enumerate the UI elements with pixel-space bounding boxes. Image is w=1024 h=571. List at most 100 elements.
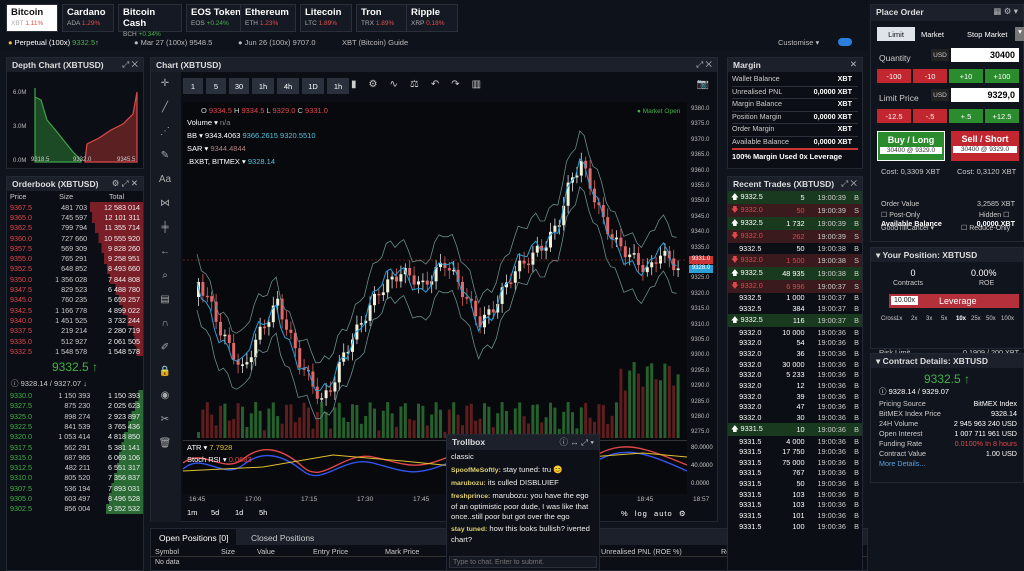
orderbook-row[interactable]: 9320.0 1 053 414 4 818 850 — [7, 431, 143, 442]
settings-icon[interactable]: ⚙ ⤢ ✕ — [112, 178, 138, 189]
ticker-ethereum[interactable]: Ethereum ETH 1.23% — [240, 4, 296, 32]
indicator-icon[interactable]: ∿ — [389, 79, 409, 90]
positions-col-header[interactable]: Value — [257, 547, 275, 556]
settings-icon[interactable]: ⚙ — [679, 509, 687, 518]
expand-icon[interactable]: ⤢ ✕ — [841, 178, 857, 189]
leverage-slider[interactable]: 10.00x Leverage — [889, 294, 1019, 308]
positions-col-header[interactable]: Entry Price — [313, 547, 348, 556]
chat-input[interactable] — [449, 556, 597, 568]
crosshair-icon[interactable]: ✛ — [155, 78, 175, 94]
guide-link[interactable]: XBT (Bitcoin) Guide — [342, 38, 408, 47]
leverage-tick[interactable]: 3x — [926, 316, 932, 322]
expand-icon[interactable]: ⤢ ✕ — [122, 59, 138, 70]
fib-icon[interactable]: ⋰ — [155, 126, 175, 142]
ticker-tron[interactable]: Tron TRX 1.89% — [356, 4, 408, 32]
orderbook-row[interactable]: 9360.0 727 660 10 555 920 — [7, 232, 143, 244]
trash-icon[interactable]: 🗑 — [155, 438, 175, 454]
more-order-types[interactable]: ▾ — [1015, 27, 1024, 41]
orderbook-row[interactable]: 9335.0 512 927 2 061 505 — [7, 335, 143, 347]
contract-mar27[interactable]: ● Mar 27 (100x) 9548.5 — [134, 38, 212, 47]
adjust--.5[interactable]: -.5 — [913, 109, 947, 123]
interval-1h[interactable]: 1h — [252, 78, 274, 94]
adjust--100[interactable]: -100 — [877, 69, 911, 83]
close-icon[interactable]: ✕ — [850, 59, 857, 70]
tab-limit[interactable]: Limit — [877, 27, 915, 41]
tab-market[interactable]: Market — [921, 30, 944, 39]
undo-icon[interactable]: ↶ — [431, 79, 451, 90]
leverage-tick[interactable]: 1x — [896, 316, 902, 322]
positions-col-header[interactable]: Symbol — [155, 547, 179, 556]
ticker-ripple[interactable]: Ripple XRP 0.18% — [406, 4, 458, 32]
camera-icon[interactable]: 📷 — [697, 79, 709, 90]
more-details-link[interactable]: More Details... — [871, 459, 1023, 468]
orderbook-row[interactable]: 9362.5 799 794 11 355 714 — [7, 222, 143, 233]
contract-perpetual[interactable]: ● Perpetual (100x) 9332.5↑ — [8, 38, 99, 47]
ticker-eos-token[interactable]: EOS Token EOS +0.24% — [186, 4, 246, 32]
magnet-icon[interactable]: ∩ — [155, 318, 175, 334]
ticker-bitcoin[interactable]: Bitcoin XBT 1.11% — [6, 4, 58, 32]
leverage-tick[interactable]: 2x — [911, 316, 917, 322]
compare-icon[interactable]: ⚖ — [410, 79, 431, 90]
range-5d[interactable]: 5d — [211, 508, 219, 517]
settings-icon[interactable]: ⚙ — [369, 79, 390, 90]
trendline-icon[interactable]: ╱ — [155, 102, 175, 118]
trollbox-controls[interactable]: ⓘ ↔ ⤢ ▾ — [560, 436, 594, 448]
orderbook-row[interactable]: 9307.5 536 194 7 893 031 — [7, 483, 143, 494]
tab-stop-market[interactable]: Stop Market — [967, 30, 1007, 39]
hidden-checkbox[interactable]: Hidden ☐ — [979, 211, 1009, 219]
quantity-input[interactable] — [951, 48, 1019, 62]
interval-30[interactable]: 30 — [229, 78, 249, 94]
orderbook-row[interactable]: 9355.0 765 291 9 258 951 — [7, 253, 143, 264]
range-5h[interactable]: 5h — [259, 508, 267, 517]
interval-5[interactable]: 5 — [206, 78, 226, 94]
interval-4h[interactable]: 4h — [277, 78, 299, 94]
eye-icon[interactable]: ◉ — [155, 390, 175, 406]
ticker-litecoin[interactable]: Litecoin LTC 1.89% — [300, 4, 352, 32]
adjust-+.5[interactable]: +.5 — [949, 109, 983, 123]
leverage-tick[interactable]: 5x — [941, 316, 947, 322]
time-in-force-select[interactable]: GoodTillCancel ▾ — [881, 224, 934, 232]
fork-icon[interactable]: ╪ — [155, 222, 175, 238]
log-toggle[interactable]: log — [635, 509, 648, 518]
lock-icon[interactable]: 🔒 — [155, 366, 175, 382]
tab-closed-positions[interactable]: Closed Positions — [251, 533, 314, 543]
pattern-icon[interactable]: ⋈ — [155, 198, 175, 214]
orderbook-row[interactable]: 9332.5 1 548 578 1 548 578 — [7, 346, 143, 357]
contract-jun26[interactable]: ● Jun 26 (100x) 9707.0 — [238, 38, 316, 47]
adjust-+10[interactable]: +10 — [949, 69, 983, 83]
brush-icon[interactable]: ✎ — [155, 150, 175, 166]
leverage-tick[interactable]: 100x — [1001, 316, 1014, 322]
interval-1[interactable]: 1 — [183, 78, 203, 94]
pencil-lock-icon[interactable]: ✐ — [155, 342, 175, 358]
interval-1D[interactable]: 1D — [302, 78, 324, 94]
candle-type-icon[interactable]: ▮ — [351, 79, 369, 90]
orderbook-row[interactable]: 9315.0 687 965 6 069 106 — [7, 452, 143, 463]
orderbook-row[interactable]: 9317.5 562 291 5 381 141 — [7, 441, 143, 453]
orderbook-row[interactable]: 9342.5 1 166 778 4 899 022 — [7, 304, 143, 316]
orderbook-row[interactable]: 9305.0 603 497 8 496 528 — [7, 493, 143, 504]
adjust--10[interactable]: -10 — [913, 69, 947, 83]
theme-toggle[interactable] — [838, 38, 852, 46]
calculator-icon[interactable]: ▦ ⚙ ▾ — [993, 6, 1018, 17]
limit-price-input[interactable] — [951, 88, 1019, 102]
bars-icon[interactable]: ▥ — [472, 79, 493, 90]
orderbook-row[interactable]: 9325.0 898 274 2 923 897 — [7, 411, 143, 422]
orderbook-row[interactable]: 9367.5 481 703 12 583 014 — [7, 202, 143, 213]
leverage-tick[interactable]: 50x — [986, 316, 996, 322]
adjust--12.5[interactable]: -12.5 — [877, 109, 911, 123]
adjust-+100[interactable]: +100 — [985, 69, 1019, 83]
range-1d[interactable]: 1d — [235, 508, 243, 517]
orderbook-row[interactable]: 9365.0 745 597 12 101 311 — [7, 212, 143, 223]
orderbook-row[interactable]: 9347.5 829 523 6 488 780 — [7, 284, 143, 295]
arrow-left-icon[interactable]: ← — [155, 246, 175, 262]
buy-long-button[interactable]: Buy / Long 30400 @ 9329.0 — [877, 131, 945, 161]
expand-icon[interactable]: ⤢ ✕ — [696, 59, 712, 70]
interval-1h[interactable]: 1h — [327, 78, 349, 94]
positions-col-header[interactable]: Mark Price — [385, 547, 419, 556]
range-1m[interactable]: 1m — [187, 508, 197, 517]
orderbook-row[interactable]: 9357.5 569 309 9 828 260 — [7, 243, 143, 254]
orderbook-row[interactable]: 9327.5 875 230 2 025 623 — [7, 400, 143, 412]
orderbook-row[interactable]: 9352.5 648 852 8 493 660 — [7, 263, 143, 275]
customise-button[interactable]: Customise ▾ — [778, 38, 819, 47]
orderbook-row[interactable]: 9302.5 856 004 9 352 532 — [7, 503, 143, 515]
